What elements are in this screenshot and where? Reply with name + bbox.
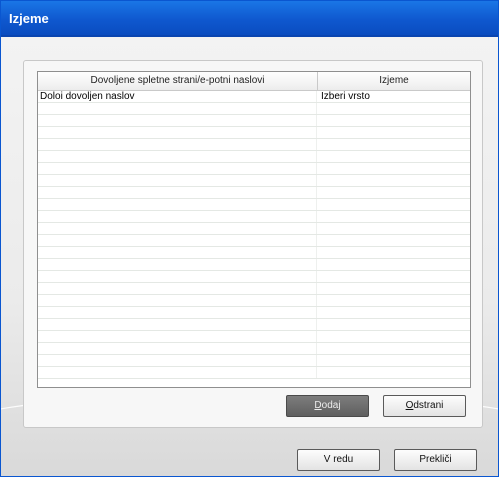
table-row[interactable] (38, 139, 470, 151)
cell-exception[interactable] (317, 115, 470, 126)
cell-exception[interactable] (317, 139, 470, 150)
table-row[interactable] (38, 259, 470, 271)
cell-address[interactable] (38, 115, 317, 126)
column-header-addresses[interactable]: Dovoljene spletne strani/e-potni naslovi (38, 72, 318, 90)
cell-exception[interactable] (317, 199, 470, 210)
cell-exception[interactable] (317, 151, 470, 162)
cell-address[interactable] (38, 319, 317, 330)
cell-exception[interactable] (317, 187, 470, 198)
table-row[interactable] (38, 331, 470, 343)
cell-exception[interactable] (317, 307, 470, 318)
cell-address[interactable] (38, 151, 317, 162)
cell-address[interactable] (38, 295, 317, 306)
table-row[interactable] (38, 103, 470, 115)
cell-address[interactable] (38, 199, 317, 210)
cell-exception[interactable] (317, 127, 470, 138)
cell-address[interactable] (38, 127, 317, 138)
table-body: Doloi dovoljen naslov Izberi vrsto (38, 91, 470, 387)
cell-exception[interactable] (317, 355, 470, 366)
cell-address[interactable] (38, 307, 317, 318)
cell-address[interactable] (38, 343, 317, 354)
cell-address[interactable]: Doloi dovoljen naslov (38, 91, 317, 102)
cell-address[interactable] (38, 367, 317, 378)
table-row[interactable] (38, 175, 470, 187)
dialog-body: Dovoljene spletne strani/e-potni naslovi… (1, 37, 498, 476)
cell-exception[interactable] (317, 247, 470, 258)
cell-address[interactable] (38, 247, 317, 258)
cell-exception[interactable] (317, 283, 470, 294)
cell-exception[interactable] (317, 235, 470, 246)
exceptions-table[interactable]: Dovoljene spletne strani/e-potni naslovi… (37, 71, 471, 388)
cell-exception[interactable] (317, 163, 470, 174)
ok-button[interactable]: V redu (297, 449, 380, 471)
add-button-label: odaj (321, 400, 341, 411)
cell-address[interactable] (38, 235, 317, 246)
table-row[interactable] (38, 247, 470, 259)
table-row[interactable] (38, 319, 470, 331)
window-title: Izjeme (9, 11, 49, 26)
cell-exception[interactable] (317, 175, 470, 186)
title-bar[interactable]: Izjeme (1, 1, 498, 37)
table-row[interactable] (38, 235, 470, 247)
cell-exception[interactable] (317, 223, 470, 234)
cell-address[interactable] (38, 103, 317, 114)
exceptions-dialog: Izjeme Dovoljene spletne strani/e-potni … (0, 0, 499, 477)
table-row[interactable] (38, 367, 470, 379)
add-button-mnemonic: D (314, 400, 322, 411)
cell-exception[interactable] (317, 319, 470, 330)
table-header: Dovoljene spletne strani/e-potni naslovi… (38, 72, 470, 91)
cell-exception[interactable] (317, 211, 470, 222)
table-row[interactable] (38, 271, 470, 283)
table-row[interactable] (38, 199, 470, 211)
table-row[interactable] (38, 187, 470, 199)
cell-address[interactable] (38, 331, 317, 342)
table-row[interactable] (38, 307, 470, 319)
cell-exception[interactable] (317, 103, 470, 114)
remove-button[interactable]: Odstrani (383, 395, 466, 417)
table-row[interactable] (38, 127, 470, 139)
remove-button-label: dstrani (413, 400, 444, 411)
cell-exception[interactable] (317, 343, 470, 354)
cell-exception[interactable]: Izberi vrsto (317, 91, 470, 102)
cell-exception[interactable] (317, 367, 470, 378)
table-row[interactable] (38, 283, 470, 295)
cell-address[interactable] (38, 271, 317, 282)
cell-address[interactable] (38, 355, 317, 366)
cell-address[interactable] (38, 259, 317, 270)
cell-address[interactable] (38, 139, 317, 150)
table-row[interactable] (38, 223, 470, 235)
cell-address[interactable] (38, 187, 317, 198)
cell-address[interactable] (38, 175, 317, 186)
column-header-exceptions[interactable]: Izjeme (318, 72, 470, 90)
exceptions-panel: Dovoljene spletne strani/e-potni naslovi… (23, 60, 483, 428)
table-row[interactable] (38, 115, 470, 127)
cell-address[interactable] (38, 283, 317, 294)
cell-address[interactable] (38, 211, 317, 222)
table-row[interactable] (38, 355, 470, 367)
cell-exception[interactable] (317, 331, 470, 342)
cell-exception[interactable] (317, 295, 470, 306)
table-row[interactable] (38, 163, 470, 175)
cancel-button[interactable]: Prekliči (394, 449, 477, 471)
cell-address[interactable] (38, 163, 317, 174)
table-row[interactable]: Doloi dovoljen naslov Izberi vrsto (38, 91, 470, 103)
table-row[interactable] (38, 295, 470, 307)
table-row[interactable] (38, 211, 470, 223)
cell-exception[interactable] (317, 259, 470, 270)
add-button[interactable]: Dodaj (286, 395, 369, 417)
cell-address[interactable] (38, 223, 317, 234)
table-row[interactable] (38, 151, 470, 163)
cell-exception[interactable] (317, 271, 470, 282)
table-row[interactable] (38, 343, 470, 355)
